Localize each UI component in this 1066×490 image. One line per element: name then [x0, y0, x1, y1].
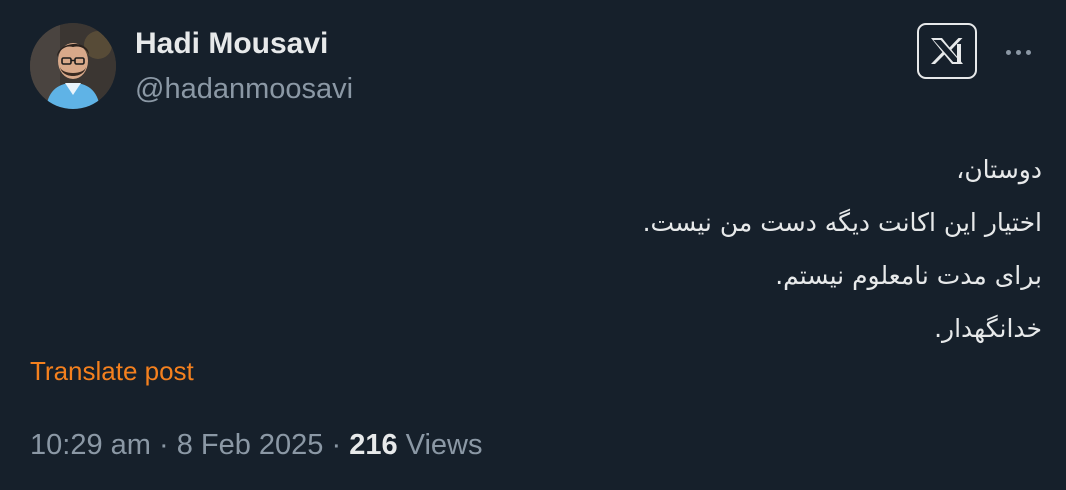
- post-text: دوستان، اختیار این اکانت دیگه دست من نیس…: [442, 143, 1042, 355]
- translate-post-link[interactable]: Translate post: [30, 353, 194, 389]
- post-date[interactable]: 8 Feb 2025: [177, 429, 324, 461]
- more-options-icon[interactable]: [998, 38, 1038, 66]
- post-line: اختیار این اکانت دیگه دست من نیست.: [642, 208, 1042, 237]
- author-handle[interactable]: @hadanmoosavi: [135, 69, 353, 109]
- dot: [1025, 49, 1031, 55]
- post-line: دوستان،: [956, 155, 1042, 184]
- post-line: خدانگهدار.: [934, 314, 1042, 343]
- dot: [1005, 49, 1011, 55]
- separator: ·: [323, 429, 350, 461]
- separator: ·: [150, 429, 177, 461]
- post-card: Hadi Mousavi @hadanmoosavi دوستان، اختیا…: [0, 0, 1066, 490]
- post-meta: 10:29 am · 8 Feb 2025 · 216 Views: [30, 425, 483, 465]
- dot: [1015, 49, 1021, 55]
- author-display-name[interactable]: Hadi Mousavi: [135, 24, 328, 64]
- post-time[interactable]: 10:29 am: [30, 429, 151, 461]
- post-line: برای مدت نامعلوم نیستم.: [775, 261, 1042, 290]
- views-label: Views: [405, 429, 483, 461]
- avatar[interactable]: [30, 23, 116, 109]
- x-logo-icon[interactable]: [917, 23, 977, 79]
- views-count: 216: [349, 429, 398, 461]
